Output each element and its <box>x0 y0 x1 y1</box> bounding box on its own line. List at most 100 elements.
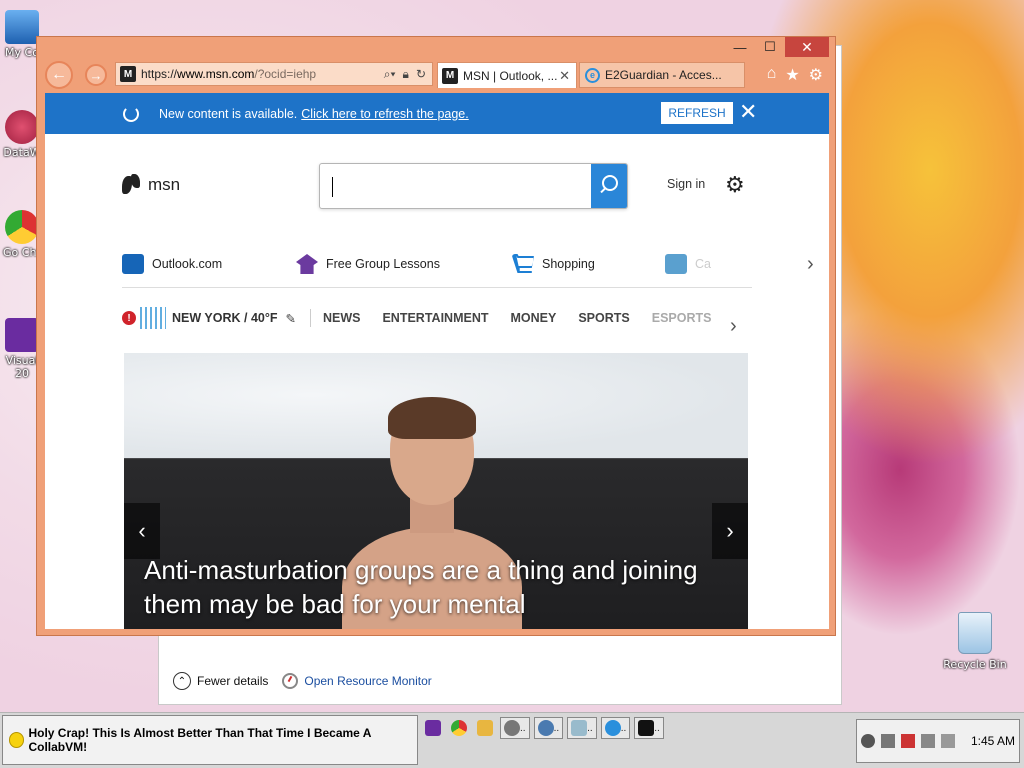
open-resource-monitor-label: Open Resource Monitor <box>304 674 432 688</box>
sign-in-link[interactable]: Sign in <box>667 177 705 191</box>
gear-icon[interactable]: ⚙ <box>809 65 823 85</box>
car-icon <box>665 254 687 274</box>
visual-studio-icon <box>425 720 441 736</box>
bandit-message: Holy Crap! This Is Almost Better Than Th… <box>28 726 371 754</box>
search-button[interactable] <box>591 164 627 208</box>
nav-news[interactable]: NEWS <box>323 311 361 325</box>
url-protocol: https:// <box>141 67 178 81</box>
open-resource-monitor-link[interactable]: Open Resource Monitor <box>282 673 432 689</box>
taskbar-app-2[interactable]: .. <box>533 717 564 739</box>
clock[interactable]: 1:45 AM <box>971 734 1015 748</box>
taskbar-explorer[interactable] <box>474 717 496 739</box>
chrome-icon <box>5 210 39 244</box>
chevron-up-icon: ⌃ <box>173 672 191 690</box>
url-host: www.msn.com <box>177 67 255 81</box>
close-window-button[interactable]: ✕ <box>785 37 829 57</box>
forward-button[interactable]: → <box>85 64 107 86</box>
weather-location[interactable]: NEW YORK / 40°F <box>172 311 277 325</box>
address-bar[interactable]: M https://www.msn.com/?ocid=iehp ⌕▾ 🔒︎ ↻ <box>115 62 433 86</box>
visual-studio-icon <box>5 318 39 352</box>
address-url: https://www.msn.com/?ocid=iehp <box>141 67 316 81</box>
content-notification-bar: New content is available. Click here to … <box>45 93 829 134</box>
search-dropdown-icon[interactable]: ⌕▾ <box>384 67 396 82</box>
quicklink-shopping[interactable]: Shopping <box>512 254 595 274</box>
hero-carousel[interactable]: ‹ › Anti-masturbation groups are a thing… <box>124 353 748 629</box>
task-manager-icon <box>571 720 588 736</box>
hero-headline[interactable]: Anti-masturbation groups are a thing and… <box>144 553 704 621</box>
tray-app-icon[interactable] <box>861 734 875 748</box>
home-icon[interactable]: ⌂ <box>767 65 777 85</box>
nav-divider <box>309 309 311 327</box>
msn-logo[interactable]: msn <box>122 174 180 196</box>
nav-esports[interactable]: ESPORTS <box>652 311 712 325</box>
taskbar-apps: .. .. .. .. .. <box>422 717 664 739</box>
quicklink-label: Free Group Lessons <box>326 257 440 271</box>
favorites-star-icon[interactable]: ★ <box>785 65 799 85</box>
graduation-cap-icon <box>296 254 318 274</box>
taskbar-visual-studio[interactable] <box>422 717 444 739</box>
taskbar-chrome[interactable] <box>448 717 470 739</box>
ie-logo-icon <box>604 720 621 736</box>
network-icon[interactable] <box>921 734 935 748</box>
msn-header: msn Sign in ⚙ <box>45 134 829 214</box>
tray-stop-icon[interactable] <box>881 734 895 748</box>
app-icon <box>504 720 520 736</box>
desktop-icon-label: DataW <box>3 146 41 159</box>
window-controls: — ☐ ✕ <box>725 37 829 57</box>
nav-sports[interactable]: SPORTS <box>578 311 629 325</box>
quicklink-label: Ca <box>695 257 711 271</box>
volume-icon[interactable] <box>941 734 955 748</box>
rain-weather-icon <box>140 307 166 329</box>
text-cursor <box>332 177 333 197</box>
nav-money[interactable]: MONEY <box>510 311 556 325</box>
weather-alert-icon[interactable]: ! <box>122 311 136 325</box>
tab-msn[interactable]: M MSN | Outlook, ... ✕ <box>437 62 577 88</box>
desktop-icon-recycle-bin[interactable]: Recycle Bin <box>942 612 1008 671</box>
quicklink-label: Shopping <box>542 257 595 271</box>
edit-pencil-icon[interactable]: ✎ <box>285 311 295 326</box>
arrow-right-icon: → <box>89 67 103 83</box>
close-tab-icon[interactable]: ✕ <box>559 68 570 84</box>
arrow-left-icon: ← <box>51 66 67 83</box>
desktop-icon-label: Visual 20 <box>5 354 39 380</box>
maximize-button[interactable]: ☐ <box>755 37 785 57</box>
fewer-details-button[interactable]: ⌃ Fewer details <box>173 672 268 690</box>
task-manager-footer: ⌃ Fewer details Open Resource Monitor <box>165 660 808 702</box>
carousel-next-button[interactable]: › <box>712 503 748 559</box>
nav-next-chevron-icon[interactable]: › <box>730 315 737 338</box>
quicklinks-next-chevron-icon[interactable]: › <box>807 253 814 276</box>
taskbar-app-1[interactable]: .. <box>500 717 530 739</box>
quicklink-cars[interactable]: Ca <box>665 254 711 274</box>
settings-gear-icon[interactable]: ⚙ <box>725 172 745 198</box>
bandit-message-button[interactable]: Holy Crap! This Is Almost Better Than Th… <box>2 715 418 765</box>
refresh-button[interactable]: REFRESH <box>661 102 733 124</box>
tab-e2guardian[interactable]: e E2Guardian - Acces... <box>579 62 745 88</box>
notification-message: New content is available. <box>159 106 298 121</box>
msn-favicon-icon: M <box>120 66 136 82</box>
tab-label: MSN | Outlook, ... <box>463 68 558 83</box>
quicklink-label: Outlook.com <box>152 257 223 271</box>
fewer-details-label: Fewer details <box>197 674 269 688</box>
ie-browser-window: — ☐ ✕ ← → M https://www.msn.com/?ocid=ie… <box>36 36 836 636</box>
refresh-icon[interactable]: ↻ <box>416 67 426 82</box>
carousel-prev-button[interactable]: ‹ <box>124 503 160 559</box>
back-button[interactable]: ← <box>45 61 73 89</box>
navigation-bar: ← → M https://www.msn.com/?ocid=iehp ⌕▾ … <box>45 59 829 91</box>
refresh-page-link[interactable]: Click here to refresh the page. <box>301 107 468 121</box>
outlook-icon <box>122 254 144 274</box>
lock-icon[interactable]: 🔒︎ <box>403 67 409 82</box>
resource-monitor-icon <box>282 673 299 689</box>
taskbar-cmd[interactable]: .. <box>634 717 664 739</box>
search-input[interactable] <box>319 163 628 209</box>
minimize-button[interactable]: — <box>725 37 755 57</box>
close-notification-icon[interactable]: ✕ <box>739 99 757 125</box>
taskbar: Holy Crap! This Is Almost Better Than Th… <box>0 712 1024 768</box>
taskbar-ie[interactable]: .. <box>600 717 631 739</box>
globe-icon <box>537 720 554 736</box>
nav-entertainment[interactable]: ENTERTAINMENT <box>382 311 488 325</box>
quicklink-outlook[interactable]: Outlook.com <box>122 254 222 274</box>
flag-alert-icon[interactable] <box>901 734 915 748</box>
taskbar-task-manager[interactable]: .. <box>567 717 597 739</box>
quicklink-free-group-lessons[interactable]: Free Group Lessons <box>296 254 440 274</box>
refresh-icon <box>123 105 139 122</box>
